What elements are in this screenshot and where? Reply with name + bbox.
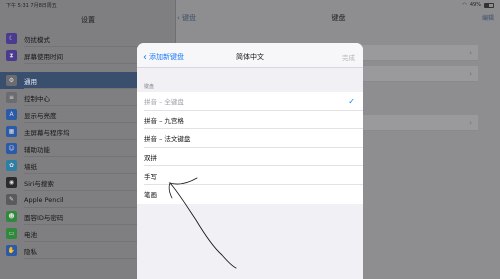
accessibility-icon: ☺	[6, 143, 17, 154]
moon-icon: ☾	[6, 33, 17, 44]
chevron-right-icon: ›	[469, 70, 472, 78]
hourglass-icon: ⧗	[6, 50, 17, 61]
battery-percent: 49%	[469, 2, 481, 8]
status-right: ◠ 49%	[462, 2, 494, 8]
battery-icon	[484, 2, 494, 8]
sidebar-item-label: 电池	[24, 230, 37, 239]
sidebar-item-label: 主屏幕与程序坞	[24, 128, 70, 137]
sidebar-item-label: 隐私	[24, 247, 37, 256]
detail-title: 键盘	[331, 14, 346, 22]
sidebar-item-label: 控制中心	[24, 94, 50, 103]
faceid-icon: ☻	[6, 211, 17, 222]
keyboard-option[interactable]: 双拼	[137, 148, 363, 167]
flower-icon: ✿	[6, 160, 17, 171]
keyboard-option-label: 拼音 – 九宫格	[144, 116, 184, 125]
section-label: 键盘	[144, 84, 155, 90]
keyboard-option[interactable]: 拼音 – 法文键盘	[137, 129, 363, 148]
siri-icon: ◉	[6, 177, 17, 188]
sidebar-item-label: 勿扰模式	[24, 35, 50, 44]
keyboard-option-label: 拼音 – 法文键盘	[144, 135, 191, 144]
switches-icon: ≡	[6, 92, 17, 103]
keyboard-option-label: 手写	[144, 172, 157, 181]
sidebar-item-label: Siri与搜索	[24, 179, 54, 188]
sheet-header: ‹ 添加新键盘 简体中文 完成	[137, 43, 363, 68]
keyboard-option-label: 笔画	[144, 191, 157, 200]
chevron-right-icon: ›	[469, 119, 472, 127]
sidebar-item-label: 墙纸	[24, 162, 37, 171]
edit-button[interactable]: 编辑	[482, 13, 494, 22]
gear-icon: ⚙	[6, 75, 17, 86]
add-keyboard-sheet: ‹ 添加新键盘 简体中文 完成 键盘 拼音 – 全键盘 ✓ 拼音 – 九宫格 拼音 –…	[137, 43, 363, 279]
sidebar-item-label: 显示与亮度	[24, 111, 57, 120]
chevron-right-icon: ›	[469, 49, 472, 57]
keyboard-option-label: 拼音 – 全键盘	[144, 98, 184, 107]
pencil-icon: ✎	[6, 194, 17, 205]
sidebar-item-label: Apple Pencil	[24, 195, 64, 204]
detail-nav-bar: ‹ 键盘 键盘 编辑	[177, 13, 500, 25]
status-bar: 下午 5:31 7月8日周五 ◠ 49%	[0, 0, 500, 10]
keyboard-option[interactable]: 拼音 – 九宫格	[137, 111, 363, 130]
done-button[interactable]: 完成	[342, 52, 355, 62]
sidebar-title: 设置	[81, 16, 95, 24]
keyboard-option[interactable]: 手写	[137, 166, 363, 185]
wifi-icon: ◠	[462, 2, 467, 8]
keyboard-list: 拼音 – 全键盘 ✓ 拼音 – 九宫格 拼音 – 法文键盘 双拼手写笔画	[137, 92, 363, 204]
status-time-date: 下午 5:31 7月8日周五	[6, 3, 57, 9]
keyboard-option: 拼音 – 全键盘 ✓	[137, 92, 363, 111]
checkmark-icon: ✓	[348, 96, 355, 106]
keyboard-option-label: 双拼	[144, 154, 157, 163]
battery-icon: ▭	[6, 228, 17, 239]
keyboard-option[interactable]: 笔画	[137, 185, 363, 204]
sidebar-item-label: 面容ID与密码	[24, 213, 64, 222]
grid-icon: ▦	[6, 126, 17, 137]
sidebar-item-label: 屏幕使用时间	[24, 52, 63, 61]
sidebar-item-label: 通用	[24, 77, 37, 86]
hand-icon: ✋	[6, 245, 17, 256]
aa-icon: A	[6, 109, 17, 120]
sheet-title: 简体中文	[236, 53, 264, 61]
sidebar-item-label: 辅助功能	[24, 145, 50, 154]
